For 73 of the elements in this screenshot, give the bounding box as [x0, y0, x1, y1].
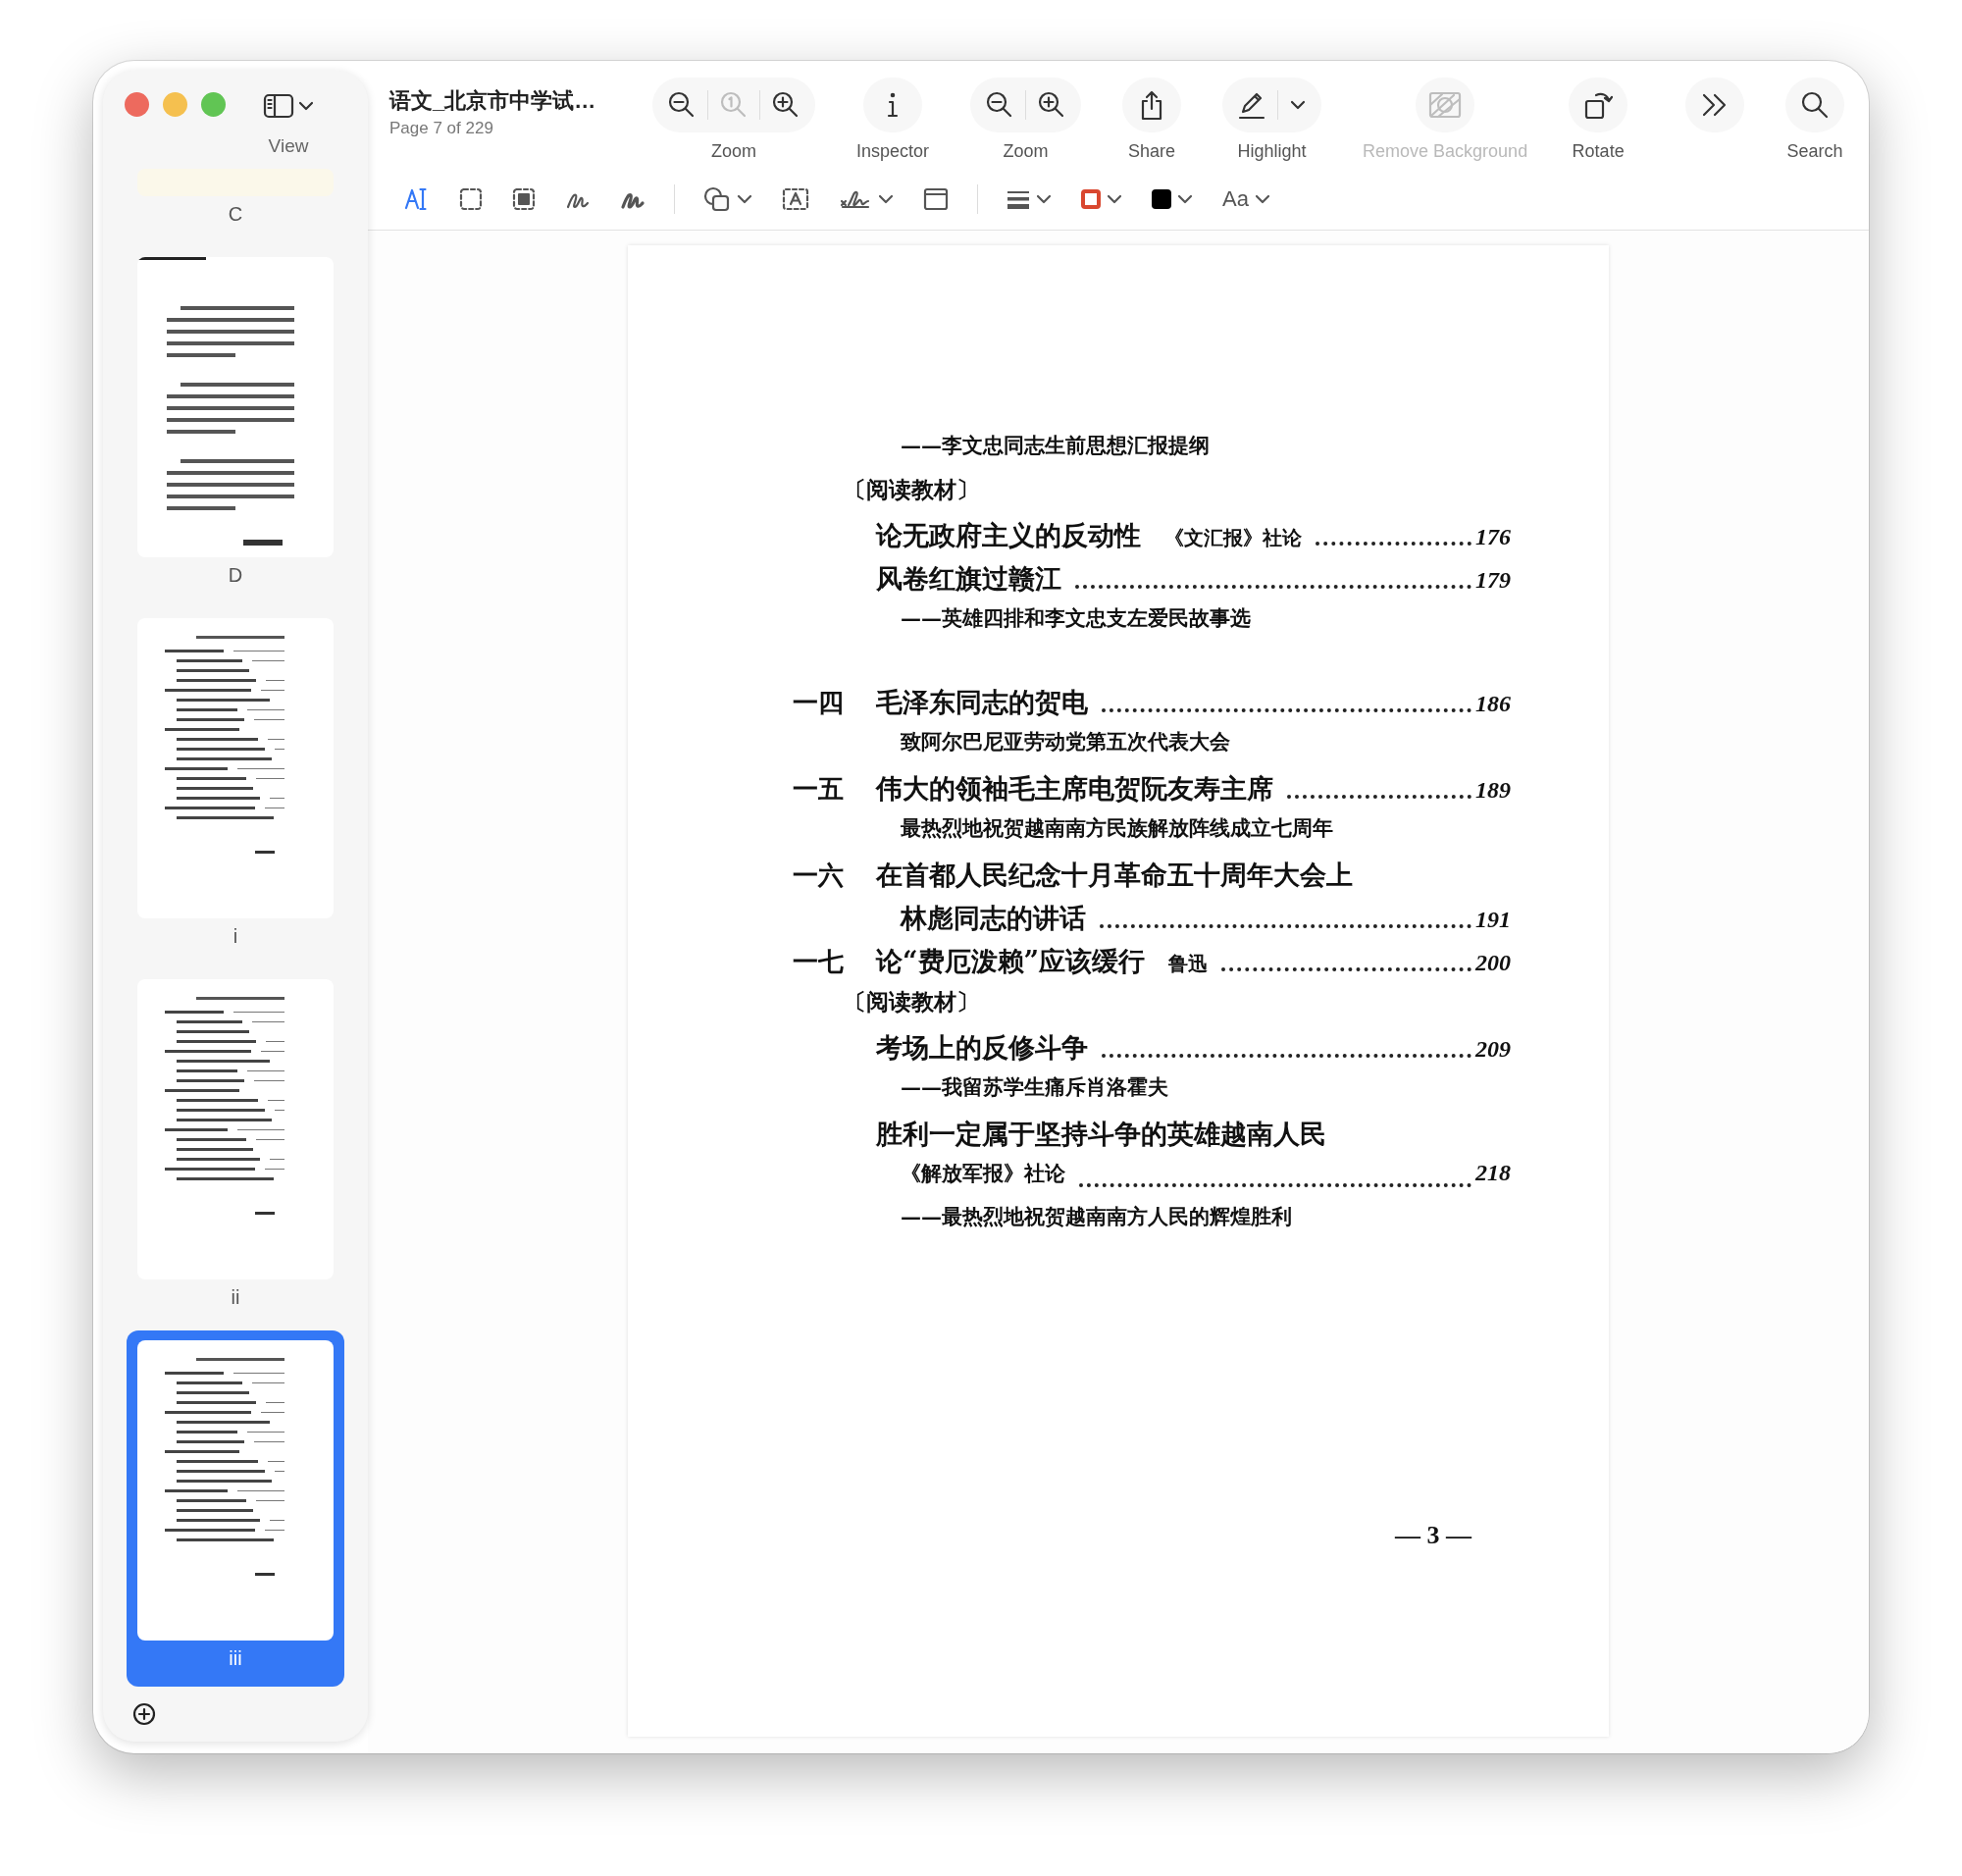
actual-size-icon: [719, 90, 749, 120]
zoom-out-icon: [667, 90, 697, 120]
entry-subtitle: 致阿尔巴尼亚劳动党第五次代表大会: [901, 728, 1230, 756]
entry-title: 论无政府主义的反动性: [876, 519, 1141, 552]
chevron-down-icon: [298, 101, 314, 111]
page-number: 200: [1475, 950, 1511, 976]
page-thumbnail[interactable]: ii: [127, 969, 344, 1326]
section-number: 一五: [793, 773, 845, 806]
toolbar-label: Share: [1128, 140, 1176, 162]
entry-title: 在首都人民纪念十月革命五十周年大会上: [876, 859, 1353, 892]
entry-subtitle: ——英雄四排和李文忠支左爱民故事选: [901, 604, 1251, 632]
page-number: 176: [1475, 524, 1511, 550]
sidebar-icon: [263, 93, 294, 119]
toolbar-label: Rotate: [1572, 140, 1625, 162]
toolbar-label: Zoom: [711, 140, 756, 162]
page-number: 186: [1475, 691, 1511, 717]
page-number: 179: [1475, 567, 1511, 594]
chevron-down-icon: [1107, 194, 1122, 204]
entry-title: 毛泽东同志的贺电: [876, 686, 1088, 719]
page-number: 191: [1475, 907, 1511, 933]
chevron-down-icon: [1177, 194, 1193, 204]
page-count: Page 7 of 229: [389, 119, 494, 138]
text-box-icon: [782, 187, 809, 211]
entry-subtitle: ——李文忠同志生前思想汇报提纲: [901, 432, 1210, 459]
folio: — 3 —: [1395, 1521, 1472, 1550]
entry-source: 鲁迅: [1168, 951, 1209, 977]
entry-title: 风卷红旗过赣江: [876, 562, 1061, 596]
page-thumbnail[interactable]: D: [127, 247, 344, 603]
document-title: 语文_北京市中学试…: [389, 87, 597, 115]
pen-icon: [1237, 90, 1267, 120]
zoom-in-icon: [771, 90, 800, 120]
view-button[interactable]: View: [263, 92, 314, 157]
chevron-down-icon: [1290, 100, 1307, 110]
toolbar-label: Remove Background: [1363, 140, 1528, 162]
chevron-down-icon: [1254, 194, 1270, 204]
toolbar-label: Zoom: [1003, 140, 1049, 162]
entry-subtitle: ——最热烈地祝贺越南南方人民的辉煌胜利: [901, 1203, 1292, 1230]
page-thumbnail[interactable]: iii: [127, 1330, 344, 1687]
chevron-down-icon: [737, 194, 752, 204]
chevron-down-icon: [1036, 194, 1052, 204]
plus-icon: [132, 1702, 156, 1726]
search-icon: [1800, 90, 1830, 120]
section-heading: 〔阅读教材〕: [844, 987, 979, 1016]
entry-title: 胜利一定属于坚持斗争的英雄越南人民: [876, 1118, 1326, 1151]
entry-subtitle: 《解放军报》社论: [901, 1160, 1065, 1187]
entry-subtitle: ——我留苏学生痛斥肖洛霍夫: [901, 1073, 1168, 1101]
shapes-icon: [703, 186, 731, 212]
page-number: 189: [1475, 777, 1511, 804]
chevron-down-icon: [878, 194, 894, 204]
close-button[interactable]: [125, 92, 149, 117]
toolbar-label: Highlight: [1237, 140, 1307, 162]
toolbar-label: Search: [1786, 140, 1843, 162]
section-number: 一七: [793, 946, 845, 978]
page-number: 209: [1475, 1036, 1511, 1063]
section-number: 一六: [793, 860, 845, 892]
entry-title: 伟大的领袖毛主席电贺阮友寿主席: [876, 772, 1273, 806]
entry-source: 《文汇报》社论: [1164, 525, 1302, 551]
page-number: 218: [1475, 1160, 1511, 1186]
page-thumbnail[interactable]: i: [127, 608, 344, 964]
entry-subtitle: 最热烈地祝贺越南南方民族解放阵线成立七周年: [901, 814, 1333, 842]
section-heading: 〔阅读教材〕: [844, 475, 979, 504]
toolbar-label: Inspector: [856, 140, 930, 162]
entry-title: 考场上的反修斗争: [876, 1031, 1088, 1065]
page-thumbnail[interactable]: C: [127, 159, 344, 242]
line-style-icon: [1007, 189, 1030, 209]
note-icon: [923, 187, 949, 211]
font-button[interactable]: Aa: [1208, 180, 1285, 219]
rectangle-select-icon: [459, 187, 483, 211]
image-hatched-icon: [1428, 90, 1463, 120]
section-number: 一四: [793, 687, 845, 719]
smart-select-icon: [512, 187, 536, 211]
entry-title: 林彪同志的讲话: [901, 902, 1086, 935]
entry-title: 论“费厄泼赖”应该缓行: [876, 945, 1146, 978]
